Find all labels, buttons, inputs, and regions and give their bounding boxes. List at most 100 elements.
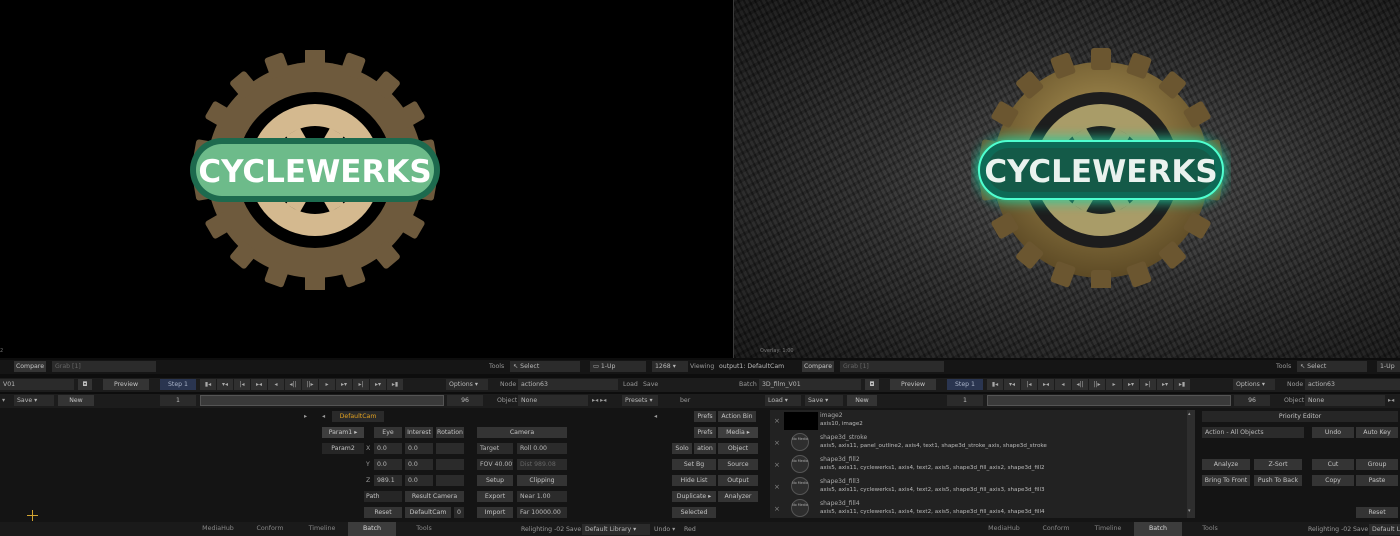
viewport-left[interactable]: CYCLEWERKS 2 (0, 0, 733, 358)
end-frame-field-r[interactable]: 96 (1234, 395, 1270, 406)
preview-button[interactable]: Preview (103, 379, 149, 390)
collapse-arrow-icon[interactable]: ◂ (654, 411, 657, 422)
list-item[interactable]: × No Media shape3d_fill4 axis5, axis11, … (770, 498, 1185, 518)
analyzer-button[interactable]: Analyzer (718, 491, 758, 502)
rotation-y-field[interactable] (436, 459, 464, 470)
save-select[interactable]: Save ▾ (14, 395, 54, 406)
timebar-slider-r[interactable] (987, 395, 1231, 406)
batch-name-field-l[interactable]: V01 (0, 379, 74, 390)
viewing-value[interactable]: output1: DefaultCam (719, 361, 784, 372)
action-bin-button[interactable]: Action Bin (718, 411, 756, 422)
status-save-button-r[interactable]: Save (1353, 524, 1368, 535)
status-save-button[interactable]: Save (566, 524, 581, 535)
hide-list-button[interactable]: Hide List (672, 475, 716, 486)
camera-index-field[interactable]: 0 (454, 507, 464, 518)
rotation-x-field[interactable] (436, 443, 464, 454)
end-frame-field[interactable]: 96 (447, 395, 483, 406)
roll-field[interactable]: Roll 0.00 (517, 443, 567, 454)
priority-filter-field[interactable]: Action - All Objects (1202, 427, 1304, 438)
status-undo-button[interactable]: Undo ▾ (654, 524, 675, 535)
dropdown-arrow-icon[interactable]: ▾ (2, 395, 5, 406)
result-camera-button[interactable]: Result Camera (405, 491, 464, 502)
defaultcam-button[interactable]: DefaultCam (405, 507, 451, 518)
options-select[interactable]: Options ▾ (446, 379, 488, 390)
step-button[interactable]: Step 1 (160, 379, 196, 390)
undo-button[interactable]: Undo (1312, 427, 1354, 438)
tab-conform-r[interactable]: Conform (1030, 522, 1082, 536)
reset-button[interactable]: Reset (364, 507, 402, 518)
eye-y-field[interactable]: 0.0 (374, 459, 402, 470)
object-field-r[interactable]: None (1305, 395, 1385, 406)
transport-controls[interactable]: ▮◂ ▾◂ |◂ ▸◂ ◂ ◂|| ||▸ ▸ ▸▾ ▸| ▸▾ ▸▮ (200, 379, 403, 390)
object-field[interactable]: None (518, 395, 588, 406)
nav-arrows-icon[interactable]: ▸◂ (1388, 395, 1394, 406)
presets-select[interactable]: Presets ▾ (622, 395, 658, 406)
tab-timeline[interactable]: Timeline (296, 522, 348, 536)
import-button[interactable]: Import (477, 507, 513, 518)
timebar-slider[interactable] (200, 395, 444, 406)
current-frame-field-r[interactable]: 1 (947, 395, 983, 406)
remove-icon[interactable]: × (774, 439, 780, 447)
clipping-button[interactable]: Clipping (517, 475, 567, 486)
layout-select-r[interactable]: 1-Up (1377, 361, 1400, 372)
interest-z-field[interactable]: 0.0 (405, 475, 433, 486)
zoom-field[interactable]: 1268 ▾ (652, 361, 688, 372)
push-to-back-button[interactable]: Push To Back (1254, 475, 1302, 486)
cut-button[interactable]: Cut (1312, 459, 1354, 470)
remove-icon[interactable]: × (774, 417, 780, 425)
eye-x-field[interactable]: 0.0 (374, 443, 402, 454)
prefs-button-b[interactable]: Prefs (694, 427, 716, 438)
solo-button[interactable]: Solo (672, 443, 692, 454)
duplicate-button[interactable]: Duplicate ▸ (672, 491, 716, 502)
camera-icon[interactable]: ◘ (865, 379, 879, 390)
library-select[interactable]: Default Library ▾ (582, 524, 650, 535)
param1-button[interactable]: Param1 ▸ (322, 427, 364, 438)
tab-mediahub[interactable]: MediaHub (192, 522, 244, 536)
compare-button-r[interactable]: Compare (802, 361, 834, 372)
options-select-r[interactable]: Options ▾ (1233, 379, 1275, 390)
current-frame-field[interactable]: 1 (160, 395, 196, 406)
collapse-arrow-icon[interactable]: ▸ (304, 411, 307, 422)
far-field[interactable]: Far 10000.00 (517, 507, 567, 518)
media-list[interactable]: × image2 axis10, image2 × No Media shape… (770, 410, 1195, 518)
list-item[interactable]: × No Media shape3d_fill3 axis5, axis11, … (770, 476, 1185, 498)
nav-arrows-icon[interactable]: ▸◂ ▸◂ (592, 395, 606, 406)
select-tool[interactable]: ↖ Select (510, 361, 580, 372)
save-select-r[interactable]: Save ▾ (805, 395, 843, 406)
analyze-button[interactable]: Analyze (1202, 459, 1250, 470)
camera-icon[interactable]: ◘ (78, 379, 92, 390)
tab-timeline-r[interactable]: Timeline (1082, 522, 1134, 536)
rotation-z-field[interactable] (436, 475, 464, 486)
output-button[interactable]: Output (718, 475, 758, 486)
copy-button[interactable]: Copy (1312, 475, 1354, 486)
batch-name-field[interactable]: 3D_film_V01 (759, 379, 861, 390)
param2-button[interactable]: Param2 (322, 443, 364, 454)
number-field[interactable]: ber (680, 395, 690, 406)
dist-field[interactable]: Dist 989.08 (517, 459, 567, 470)
bring-to-front-button[interactable]: Bring To Front (1202, 475, 1250, 486)
source-button[interactable]: Source (718, 459, 758, 470)
step-button-r[interactable]: Step 1 (947, 379, 983, 390)
preview-button-r[interactable]: Preview (890, 379, 936, 390)
tab-batch-r[interactable]: Batch (1134, 522, 1182, 536)
list-scrollbar[interactable]: ▴ ▾ (1187, 410, 1195, 518)
viewport-right[interactable]: CYCLEWERKS Overlay: 1:00 (734, 0, 1400, 358)
grab-field-r[interactable]: Grab [1] (840, 361, 944, 372)
interest-x-field[interactable]: 0.0 (405, 443, 433, 454)
z-sort-button[interactable]: Z-Sort (1254, 459, 1302, 470)
library-select-r[interactable]: Default Lib (1369, 524, 1400, 535)
export-button[interactable]: Export (477, 491, 513, 502)
ation-button[interactable]: ation (694, 443, 716, 454)
target-toggle[interactable]: Target (477, 443, 513, 454)
new-button-r[interactable]: New (847, 395, 877, 406)
list-item[interactable]: × No Media shape3d_stroke axis5, axis11,… (770, 432, 1185, 454)
tab-batch[interactable]: Batch (348, 522, 396, 536)
fov-field[interactable]: FOV 40.00° (477, 459, 513, 470)
tab-mediahub-r[interactable]: MediaHub (978, 522, 1030, 536)
path-button[interactable]: Path (364, 491, 402, 502)
status-redo-button[interactable]: Red (684, 524, 696, 535)
tab-tools-r[interactable]: Tools (1186, 522, 1234, 536)
tab-conform[interactable]: Conform (244, 522, 296, 536)
camera-name[interactable]: DefaultCam (332, 411, 384, 422)
near-field[interactable]: Near 1.00 (517, 491, 567, 502)
